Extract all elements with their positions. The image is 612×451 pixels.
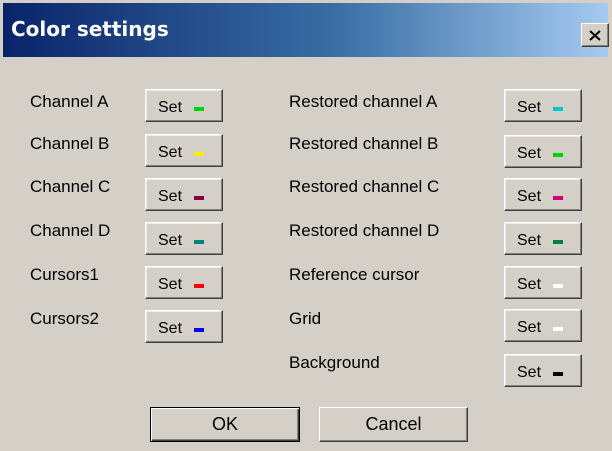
color-swatch-channel-b: [194, 152, 204, 156]
color-settings-dialog: Color settings Channel A Set Channel B S…: [0, 0, 612, 451]
set-button-label: Set: [517, 276, 542, 293]
label-cursors1: Cursors1: [30, 265, 99, 284]
color-swatch-channel-a: [194, 107, 204, 111]
set-cursors1-button[interactable]: Set: [145, 266, 223, 299]
set-reference-cursor-button[interactable]: Set: [504, 266, 582, 299]
label-restored-channel-a: Restored channel A: [289, 92, 438, 111]
set-restored-channel-b-button[interactable]: Set: [504, 135, 582, 168]
set-background-button[interactable]: Set: [504, 354, 582, 387]
title-bar: Color settings: [3, 3, 609, 57]
dialog-title: Color settings: [11, 17, 169, 41]
color-swatch-grid: [553, 327, 563, 331]
set-button-label: Set: [517, 188, 542, 205]
ok-button[interactable]: OK: [150, 407, 300, 442]
color-swatch-channel-d: [194, 240, 204, 244]
set-restored-channel-d-button[interactable]: Set: [504, 222, 582, 255]
color-swatch-channel-c: [194, 196, 204, 200]
label-background: Background: [289, 353, 380, 372]
label-cursors2: Cursors2: [30, 309, 99, 328]
set-cursors2-button[interactable]: Set: [145, 310, 223, 343]
label-channel-c: Channel C: [30, 177, 111, 196]
close-button[interactable]: [581, 23, 609, 47]
label-restored-channel-c: Restored channel C: [289, 177, 440, 196]
set-button-label: Set: [517, 232, 542, 249]
label-channel-a: Channel A: [30, 92, 109, 111]
color-swatch-restored-channel-c: [553, 196, 563, 200]
set-restored-channel-a-button[interactable]: Set: [504, 89, 582, 122]
set-button-label: Set: [158, 232, 183, 249]
set-button-label: Set: [517, 145, 542, 162]
set-channel-c-button[interactable]: Set: [145, 178, 223, 211]
label-restored-channel-d: Restored channel D: [289, 221, 440, 240]
label-reference-cursor: Reference cursor: [289, 265, 420, 284]
color-swatch-restored-channel-a: [553, 107, 563, 111]
set-grid-button[interactable]: Set: [504, 309, 582, 342]
color-swatch-cursors2: [194, 328, 204, 332]
set-button-label: Set: [158, 188, 183, 205]
ok-button-label: OK: [211, 414, 238, 434]
set-button-label: Set: [517, 99, 542, 116]
set-channel-a-button[interactable]: Set: [145, 89, 223, 122]
set-button-label: Set: [517, 364, 542, 381]
label-channel-b: Channel B: [30, 134, 110, 153]
color-swatch-background: [553, 372, 563, 376]
label-restored-channel-b: Restored channel B: [289, 134, 439, 153]
color-swatch-restored-channel-b: [553, 153, 563, 157]
set-button-label: Set: [158, 320, 183, 337]
set-button-label: Set: [158, 99, 183, 116]
set-restored-channel-c-button[interactable]: Set: [504, 178, 582, 211]
cancel-button[interactable]: Cancel: [319, 407, 468, 442]
set-channel-d-button[interactable]: Set: [145, 222, 223, 255]
set-button-label: Set: [517, 319, 542, 336]
set-channel-b-button[interactable]: Set: [145, 134, 223, 167]
label-channel-d: Channel D: [30, 221, 111, 240]
color-swatch-restored-channel-d: [553, 240, 563, 244]
close-icon: [589, 29, 601, 41]
cancel-button-label: Cancel: [365, 414, 422, 434]
label-grid: Grid: [289, 309, 322, 328]
set-button-label: Set: [158, 276, 183, 293]
color-swatch-cursors1: [194, 284, 204, 288]
color-swatch-reference-cursor: [553, 284, 563, 288]
set-button-label: Set: [158, 144, 183, 161]
